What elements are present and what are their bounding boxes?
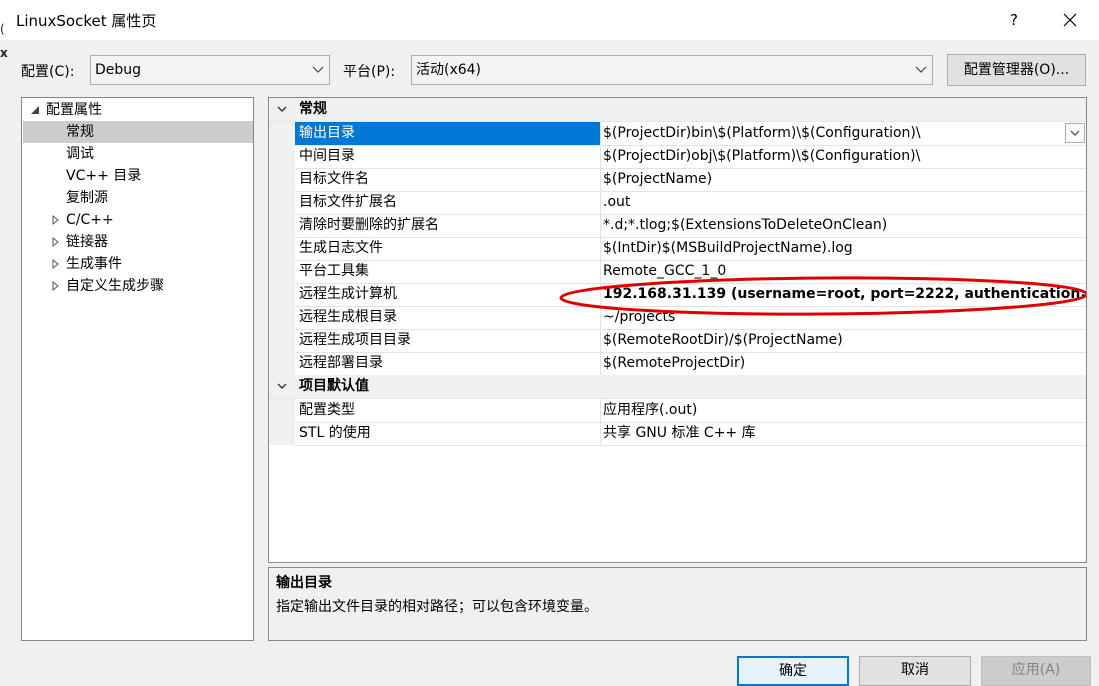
property-name: 目标文件名 bbox=[295, 168, 601, 192]
property-row-build-log-file[interactable]: 生成日志文件 $(IntDir)$(MSBuildProjectName).lo… bbox=[269, 237, 1086, 261]
property-name: 远程生成计算机 bbox=[295, 283, 601, 307]
chevron-down-icon[interactable] bbox=[275, 378, 289, 394]
tree-item-vc-directories[interactable]: VC++ 目录 bbox=[23, 165, 253, 187]
property-value[interactable]: $(ProjectDir)bin\$(Platform)\$(Configura… bbox=[596, 122, 1086, 146]
config-select[interactable]: Debug bbox=[90, 55, 330, 85]
category-label: 常规 bbox=[299, 101, 327, 117]
description-panel: 输出目录 指定输出文件目录的相对路径；可以包含环境变量。 bbox=[268, 567, 1087, 641]
close-icon bbox=[1063, 13, 1077, 27]
property-value[interactable]: 共享 GNU 标准 C++ 库 bbox=[596, 422, 1086, 446]
property-name: 平台工具集 bbox=[295, 260, 601, 284]
property-value[interactable]: $(RemoteProjectDir) bbox=[596, 352, 1086, 376]
property-row-target-name[interactable]: 目标文件名 $(ProjectName) bbox=[269, 168, 1086, 192]
property-value[interactable]: $(ProjectDir)obj\$(Platform)\$(Configura… bbox=[596, 145, 1086, 169]
tree-root-config-properties[interactable]: 配置属性 bbox=[22, 99, 253, 121]
expand-triangle-icon[interactable] bbox=[51, 253, 61, 275]
tree-item-label: 生成事件 bbox=[66, 256, 122, 272]
property-name: 远程生成项目目录 bbox=[295, 329, 601, 353]
chevron-down-icon[interactable] bbox=[275, 101, 289, 117]
value-dropdown-button[interactable] bbox=[1065, 123, 1085, 143]
tree-item-label: 自定义生成步骤 bbox=[66, 278, 164, 294]
property-grid[interactable]: 常规 输出目录 $(ProjectDir)bin\$(Platform)\$(C… bbox=[268, 97, 1087, 563]
property-value[interactable]: *.d;*.tlog;$(ExtensionsToDeleteOnClean) bbox=[596, 214, 1086, 238]
config-manager-button[interactable]: 配置管理器(O)... bbox=[947, 54, 1086, 86]
property-value[interactable]: $(RemoteRootDir)/$(ProjectName) bbox=[596, 329, 1086, 353]
chevron-down-icon bbox=[1070, 130, 1080, 136]
description-text: 指定输出文件目录的相对路径；可以包含环境变量。 bbox=[276, 599, 598, 615]
tree-item-label: C/C++ bbox=[66, 212, 114, 228]
expand-triangle-icon[interactable] bbox=[51, 231, 61, 253]
property-value[interactable]: $(ProjectName) bbox=[596, 168, 1086, 192]
property-value[interactable]: .out bbox=[596, 191, 1086, 215]
property-value[interactable]: $(IntDir)$(MSBuildProjectName).log bbox=[596, 237, 1086, 261]
property-name: STL 的使用 bbox=[295, 422, 601, 446]
tree-item-label: 调试 bbox=[66, 146, 94, 162]
tree-item-label: 常规 bbox=[66, 124, 94, 140]
background-text-fragment: x bbox=[0, 46, 8, 60]
config-label: 配置(C): bbox=[21, 64, 75, 80]
property-row-remote-deploy-directory[interactable]: 远程部署目录 $(RemoteProjectDir) bbox=[269, 352, 1086, 376]
property-name: 清除时要删除的扩展名 bbox=[295, 214, 601, 238]
property-name: 远程生成根目录 bbox=[295, 306, 601, 330]
category-project-defaults[interactable]: 项目默认值 bbox=[269, 375, 1086, 399]
cancel-button[interactable]: 取消 bbox=[859, 656, 971, 686]
property-name: 中间目录 bbox=[295, 145, 601, 169]
category-general[interactable]: 常规 bbox=[269, 98, 1086, 122]
background-text-fragment: ( bbox=[0, 22, 5, 36]
title-bar: LinuxSocket 属性页 ? bbox=[0, 0, 1099, 40]
property-tree[interactable]: 配置属性 常规 调试 VC++ 目录 复制源 C/C++ 链接器 生成事件 自定… bbox=[21, 97, 254, 641]
tree-item-build-events[interactable]: 生成事件 bbox=[23, 253, 253, 275]
close-button[interactable] bbox=[1052, 4, 1088, 36]
platform-label: 平台(P): bbox=[343, 64, 396, 80]
tree-item-copy-sources[interactable]: 复制源 bbox=[23, 187, 253, 209]
property-name: 输出目录 bbox=[295, 122, 601, 146]
collapse-triangle-icon[interactable] bbox=[30, 99, 40, 121]
annotation-ellipse bbox=[559, 276, 1086, 316]
tree-item-custom-build-step[interactable]: 自定义生成步骤 bbox=[23, 275, 253, 297]
expand-triangle-icon[interactable] bbox=[51, 209, 61, 231]
platform-select[interactable]: 活动(x64) bbox=[411, 55, 933, 85]
property-name: 生成日志文件 bbox=[295, 237, 601, 261]
tree-item-label: 复制源 bbox=[66, 190, 108, 206]
property-row-remote-project-directory[interactable]: 远程生成项目目录 $(RemoteRootDir)/$(ProjectName) bbox=[269, 329, 1086, 353]
property-row-stl-usage[interactable]: STL 的使用 共享 GNU 标准 C++ 库 bbox=[269, 422, 1086, 446]
tree-root-label: 配置属性 bbox=[46, 102, 102, 118]
tree-item-general[interactable]: 常规 bbox=[23, 121, 253, 143]
tree-item-debugging[interactable]: 调试 bbox=[23, 143, 253, 165]
tree-item-c-cpp[interactable]: C/C++ bbox=[23, 209, 253, 231]
property-name: 配置类型 bbox=[295, 399, 601, 423]
chevron-down-icon bbox=[915, 66, 927, 73]
property-row-output-directory[interactable]: 输出目录 $(ProjectDir)bin\$(Platform)\$(Conf… bbox=[269, 122, 1086, 146]
window-title: LinuxSocket 属性页 bbox=[16, 12, 157, 30]
property-value[interactable]: 应用程序(.out) bbox=[596, 399, 1086, 423]
expand-triangle-icon[interactable] bbox=[51, 275, 61, 297]
property-row-intermediate-directory[interactable]: 中间目录 $(ProjectDir)obj\$(Platform)\$(Conf… bbox=[269, 145, 1086, 169]
tree-item-linker[interactable]: 链接器 bbox=[23, 231, 253, 253]
help-button[interactable]: ? bbox=[998, 4, 1030, 36]
property-row-configuration-type[interactable]: 配置类型 应用程序(.out) bbox=[269, 399, 1086, 423]
property-row-target-extension[interactable]: 目标文件扩展名 .out bbox=[269, 191, 1086, 215]
platform-select-value: 活动(x64) bbox=[416, 62, 482, 78]
property-row-extensions-to-delete[interactable]: 清除时要删除的扩展名 *.d;*.tlog;$(ExtensionsToDele… bbox=[269, 214, 1086, 238]
tree-item-label: 链接器 bbox=[66, 234, 108, 250]
apply-button[interactable]: 应用(A) bbox=[981, 656, 1091, 686]
chevron-down-icon bbox=[312, 66, 324, 73]
description-title: 输出目录 bbox=[276, 575, 332, 591]
config-select-value: Debug bbox=[95, 62, 142, 78]
category-label: 项目默认值 bbox=[299, 378, 369, 394]
property-name: 目标文件扩展名 bbox=[295, 191, 601, 215]
property-name: 远程部署目录 bbox=[295, 352, 601, 376]
ok-button[interactable]: 确定 bbox=[737, 656, 849, 686]
tree-item-label: VC++ 目录 bbox=[66, 168, 142, 184]
